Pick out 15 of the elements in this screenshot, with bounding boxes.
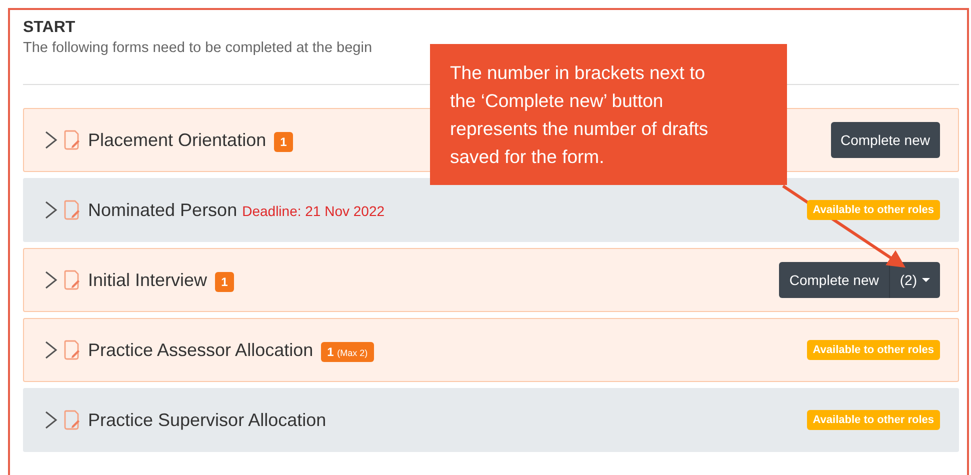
callout-tooltip: The number in brackets next to the ‘Complete new’ button represents the number of drafts saved for the form. xyxy=(430,44,787,185)
form-title: Practice Assessor Allocation xyxy=(88,340,314,360)
count-badge: 1 xyxy=(274,132,293,152)
availability-tag: Available to other roles xyxy=(806,200,940,220)
form-title: Placement Orientation xyxy=(88,130,266,150)
count-badge: 1 (Max 2) xyxy=(321,342,374,362)
section-title: START xyxy=(23,19,76,37)
availability-tag: Available to other roles xyxy=(806,340,940,360)
availability-tag: Available to other roles xyxy=(806,410,940,430)
form-title: Practice Supervisor Allocation xyxy=(88,410,326,430)
form-title: Initial Interview xyxy=(88,270,208,290)
count-badge: 1 xyxy=(215,272,234,292)
section-description: The following forms need to be completed at the begin xyxy=(23,40,374,56)
form-title: Nominated Person xyxy=(88,200,238,220)
deadline-text: Deadline: 21 Nov 2022 xyxy=(242,203,385,219)
